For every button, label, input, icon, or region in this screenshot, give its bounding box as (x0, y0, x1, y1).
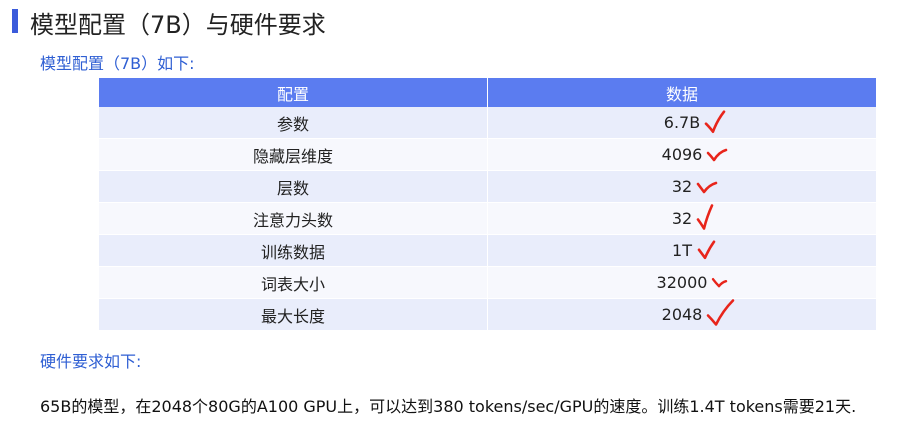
table-header-row: 配置 数据 (99, 78, 876, 107)
red-checkmark-icon (712, 277, 728, 287)
table-row: 最大长度 2048 (99, 298, 876, 331)
config-name-cell: 注意力头数 (99, 202, 488, 235)
config-value: 32000 (656, 273, 708, 292)
table-row: 隐藏层维度 4096 (99, 138, 876, 171)
config-value-cell: 32 (487, 170, 876, 203)
title-accent-bar (12, 9, 18, 33)
model-config-subtitle: 模型配置（7B）如下: (40, 54, 195, 73)
red-checkmark-icon (696, 181, 718, 193)
config-name-cell: 训练数据 (99, 234, 488, 267)
config-name-cell: 层数 (99, 170, 488, 203)
red-checkmark-icon (704, 109, 726, 133)
config-table: 配置 数据 参数 6.7B 隐藏层维度 4096 层数 32 注意力头数 32 (99, 78, 876, 331)
config-value-cell: 6.7B (487, 107, 876, 139)
config-value-cell: 2048 (487, 298, 876, 331)
table-row: 层数 32 (99, 170, 876, 203)
config-value-cell: 4096 (487, 138, 876, 171)
table-row: 参数 6.7B (99, 107, 876, 139)
page-title: 模型配置（7B）与硬件要求 (30, 11, 326, 39)
column-header-config: 配置 (99, 78, 488, 107)
config-value: 4096 (661, 145, 703, 164)
hardware-description: 65B的模型，在2048个80G的A100 GPU上，可以达到380 token… (40, 397, 857, 416)
red-checkmark-icon (697, 240, 716, 259)
config-name-cell: 隐藏层维度 (99, 138, 488, 171)
config-value-cell: 1T (487, 234, 876, 267)
table-row: 注意力头数 32 (99, 202, 876, 235)
config-value: 6.7B (663, 113, 701, 132)
red-checkmark-icon (707, 148, 728, 161)
column-header-data: 数据 (487, 78, 876, 107)
config-value: 32 (671, 209, 693, 228)
table-row: 训练数据 1T (99, 234, 876, 267)
config-value: 32 (671, 177, 693, 196)
hardware-requirements-label: 硬件要求如下: (40, 352, 142, 371)
red-checkmark-icon (707, 298, 735, 326)
table-row: 词表大小 32000 (99, 266, 876, 299)
config-value-cell: 32 (487, 202, 876, 235)
config-name-cell: 参数 (99, 107, 488, 139)
config-value: 1T (672, 241, 692, 260)
config-name-cell: 词表大小 (99, 266, 488, 299)
config-value: 2048 (661, 305, 703, 324)
config-name-cell: 最大长度 (99, 298, 488, 331)
config-value-cell: 32000 (487, 266, 876, 299)
red-checkmark-icon (696, 203, 714, 230)
